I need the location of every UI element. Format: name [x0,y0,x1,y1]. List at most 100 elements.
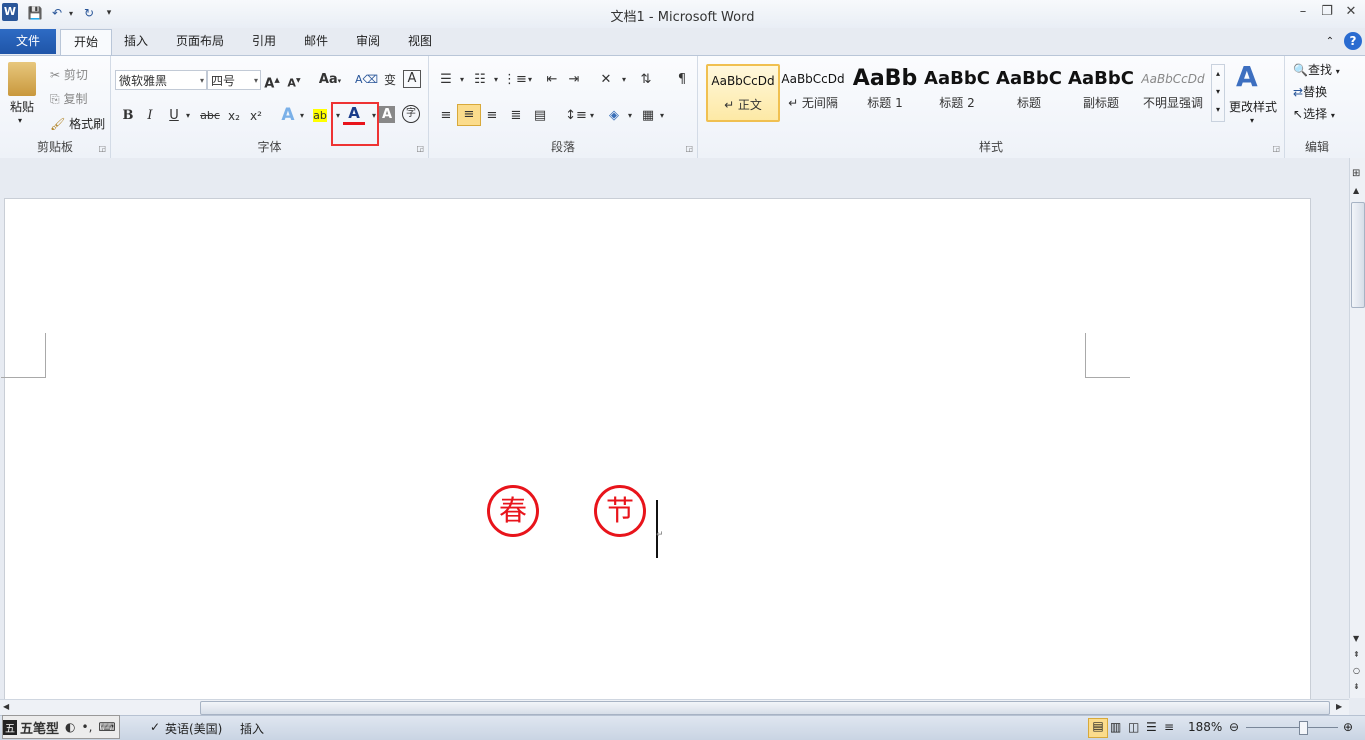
borders-dropdown-icon[interactable]: ▾ [651,106,673,126]
soft-keyboard-icon[interactable]: ⌨ [95,720,118,734]
tab-file[interactable]: 文件 [0,29,56,54]
tab-review[interactable]: 审阅 [348,29,388,54]
scroll-down-icon[interactable]: ▼ [1353,634,1359,643]
font-size-combo[interactable]: 四号 ▾ [207,70,261,90]
style-heading-2[interactable]: AaBbC 标题 2 [922,64,992,118]
style-no-spacing[interactable]: AaBbCcDd ↵ 无间隔 [778,64,848,118]
change-styles-icon[interactable]: A [1236,60,1258,93]
paste-dropdown-icon[interactable]: ▾ [18,116,22,125]
align-left-icon[interactable]: ≡ [435,106,457,126]
sort-icon[interactable]: ⇅ [635,70,657,90]
document-page[interactable]: 春 节 ↵ [1,198,1311,700]
find-button[interactable]: 🔍查找 ▾ [1293,61,1340,78]
scroll-right-icon[interactable]: ▶ [1336,702,1342,711]
ime-toolbar[interactable]: 五 五笔型 ◐ •, ⌨ [2,715,120,739]
style-normal[interactable]: AaBbCcDd ↵ 正文 [706,64,780,122]
decrease-indent-icon[interactable]: ⇤ [541,70,563,90]
style-subtitle[interactable]: AaBbC 副标题 [1066,64,1136,118]
grow-font-icon[interactable]: A▲ [261,70,283,91]
zoom-slider[interactable] [1246,727,1338,728]
spell-check-icon[interactable]: ✓ [150,720,160,734]
superscript-button[interactable]: x² [245,106,267,126]
format-painter-button[interactable]: 🖌 格式刷 [50,115,105,132]
character-shading-icon[interactable]: A [379,106,395,123]
align-right-icon[interactable]: ≡ [481,106,503,126]
change-case-icon[interactable]: Aa▾ [315,70,345,90]
phonetic-guide-icon[interactable]: 变 [379,70,401,90]
scroll-left-icon[interactable]: ◀ [3,702,9,711]
previous-page-icon[interactable]: ⇞ [1353,650,1360,659]
vertical-scrollbar[interactable]: ⊞ ▲ ▼ ⇞ ○ ⇟ [1349,158,1365,698]
ruler-toggle-icon[interactable]: ⊞ [1352,168,1360,179]
increase-indent-icon[interactable]: ⇥ [563,70,585,90]
paste-icon[interactable] [8,62,36,96]
align-center-icon[interactable]: ≡ [457,104,481,126]
scroll-up-icon[interactable]: ▲ [1353,186,1359,195]
half-width-icon[interactable]: ◐ [62,720,78,734]
paste-button[interactable]: 粘贴 [10,98,34,115]
minimize-button[interactable]: – [1292,4,1314,22]
web-layout-icon[interactable]: ◫ [1128,720,1139,734]
draft-icon[interactable]: ≡ [1164,720,1174,734]
zoom-in-icon[interactable]: ⊕ [1343,720,1353,734]
change-styles-button[interactable]: 更改样式 [1229,98,1277,115]
clipboard-launcher-icon[interactable]: ◲ [98,144,106,153]
enclosed-character[interactable]: 节 [594,485,646,537]
restore-button[interactable]: ❐ [1316,4,1338,22]
subscript-button[interactable]: x₂ [223,106,245,126]
paragraph-launcher-icon[interactable]: ◲ [685,144,693,153]
font-launcher-icon[interactable]: ◲ [416,144,424,153]
browse-object-icon[interactable]: ○ [1353,666,1360,675]
underline-dropdown-icon[interactable]: ▾ [177,106,199,126]
zoom-level[interactable]: 188% [1188,720,1222,734]
justify-icon[interactable]: ≣ [505,106,527,126]
multilevel-dropdown-icon[interactable]: ▾ [519,70,541,90]
ribbon-tabs: 文件 开始 插入 页面布局 引用 邮件 审阅 视图 ⌃ ? [0,28,1365,55]
enclosed-character[interactable]: 春 [487,485,539,537]
close-button[interactable]: ✕ [1340,4,1362,22]
help-icon[interactable]: ? [1344,32,1362,50]
punctuation-icon[interactable]: •, [79,720,96,734]
select-button[interactable]: ↖选择 ▾ [1293,105,1335,122]
zoom-out-icon[interactable]: ⊖ [1229,720,1239,734]
style-title[interactable]: AaBbC 标题 [994,64,1064,118]
horizontal-scroll-thumb[interactable] [200,701,1330,715]
full-screen-reading-icon[interactable]: ▥ [1110,720,1121,734]
chinese-layout-dropdown-icon[interactable]: ▾ [613,70,635,90]
font-name-combo[interactable]: 微软雅黑 ▾ [115,70,207,90]
scroll-thumb[interactable] [1351,202,1365,308]
tab-home[interactable]: 开始 [60,29,112,55]
tab-view[interactable]: 视图 [400,29,440,54]
next-page-icon[interactable]: ⇟ [1353,682,1360,691]
minimize-ribbon-icon[interactable]: ⌃ [1322,29,1338,54]
language-indicator[interactable]: 英语(美国) [165,720,222,737]
zoom-slider-thumb[interactable] [1299,721,1308,735]
bold-button[interactable]: B [117,106,139,126]
print-layout-icon[interactable]: ▤ [1088,718,1108,738]
tab-page-layout[interactable]: 页面布局 [168,29,232,54]
style-heading-1[interactable]: AaBb 标题 1 [850,64,920,118]
style-subtle-emphasis[interactable]: AaBbCcDd 不明显强调 [1138,64,1208,118]
tab-references[interactable]: 引用 [244,29,284,54]
distributed-icon[interactable]: ▤ [529,106,551,126]
shrink-font-icon[interactable]: A▼ [283,71,305,91]
strikethrough-button[interactable]: abc [199,106,221,126]
cut-button[interactable]: ✂ 剪切 [50,66,88,83]
styles-launcher-icon[interactable]: ◲ [1272,144,1280,153]
horizontal-scrollbar[interactable]: ◀ ▶ [0,699,1349,716]
clear-format-icon[interactable]: A⌫ [355,70,378,90]
shrink-font-letter: A [287,76,296,90]
outline-icon[interactable]: ☰ [1146,720,1157,734]
line-spacing-dropdown-icon[interactable]: ▾ [581,106,603,126]
copy-button[interactable]: ⎘ 复制 [50,90,87,107]
tab-insert[interactable]: 插入 [116,29,156,54]
styles-scroll[interactable]: ▴ ▾ ▾ [1211,64,1225,122]
show-marks-icon[interactable]: ¶ [671,70,693,90]
replace-button[interactable]: ⇄替换 [1293,83,1327,100]
change-styles-dropdown-icon[interactable]: ▾ [1250,116,1254,125]
tab-mailings[interactable]: 邮件 [296,29,336,54]
insert-mode-indicator[interactable]: 插入 [240,720,264,737]
character-border-icon[interactable]: A [403,70,421,88]
enclose-characters-icon[interactable]: 字 [402,105,420,123]
italic-button[interactable]: I [139,106,161,126]
